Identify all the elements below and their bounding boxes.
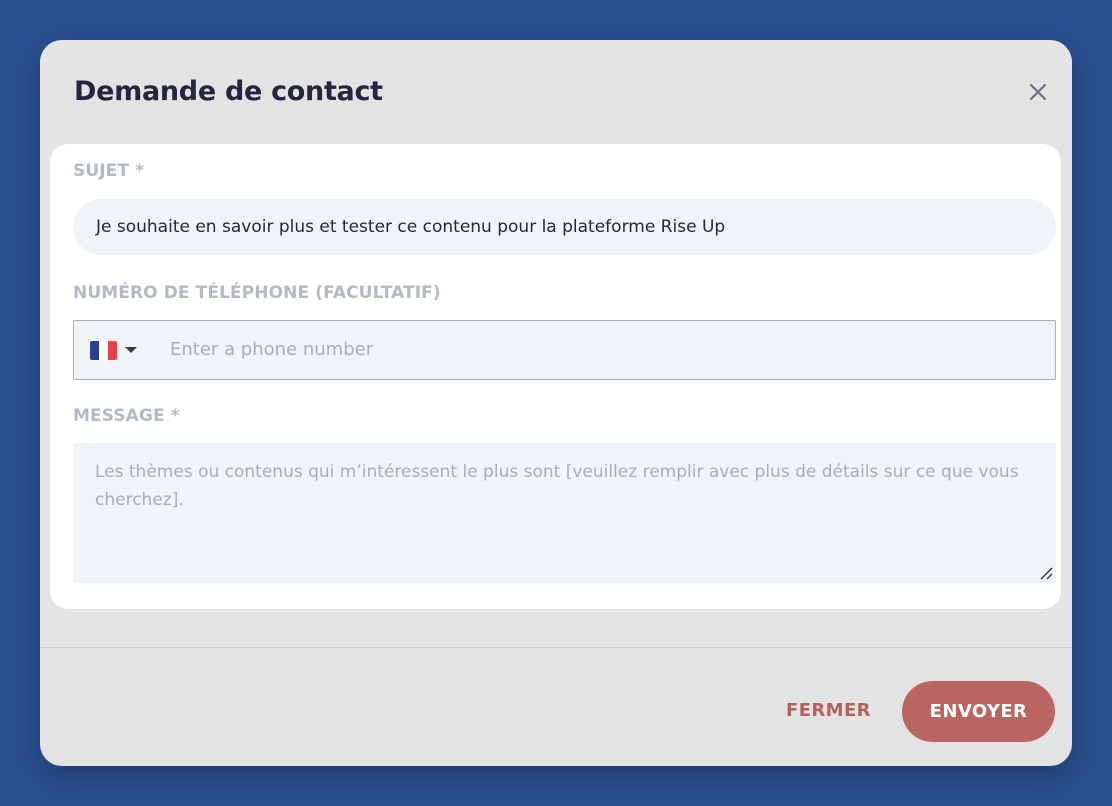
message-textarea[interactable]: Les thèmes ou contenus qui m’intéressent… [73, 443, 1056, 583]
close-button[interactable]: FERMER [786, 700, 871, 721]
contact-modal: Demande de contact SUJET * Je souhaite e… [40, 40, 1072, 766]
subject-label: SUJET * [73, 161, 145, 181]
chevron-down-icon [125, 347, 137, 353]
message-placeholder: Les thèmes ou contenus qui m’intéressent… [95, 462, 1019, 510]
phone-label: NUMÉRO DE TÉLÉPHONE (FACULTATIF) [73, 283, 441, 303]
footer-divider [40, 647, 1072, 648]
form-card: SUJET * Je souhaite en savoir plus et te… [50, 144, 1061, 609]
close-icon[interactable] [1024, 78, 1052, 106]
modal-title: Demande de contact [74, 76, 383, 107]
send-button[interactable]: ENVOYER [902, 681, 1055, 742]
phone-field[interactable]: Enter a phone number [73, 320, 1056, 380]
phone-input[interactable]: Enter a phone number [170, 321, 373, 379]
country-select[interactable] [90, 341, 142, 361]
resize-handle-icon[interactable] [1038, 565, 1054, 581]
subject-input[interactable]: Je souhaite en savoir plus et tester ce … [73, 199, 1056, 255]
france-flag-icon [90, 341, 117, 360]
message-label: MESSAGE * [73, 406, 180, 426]
